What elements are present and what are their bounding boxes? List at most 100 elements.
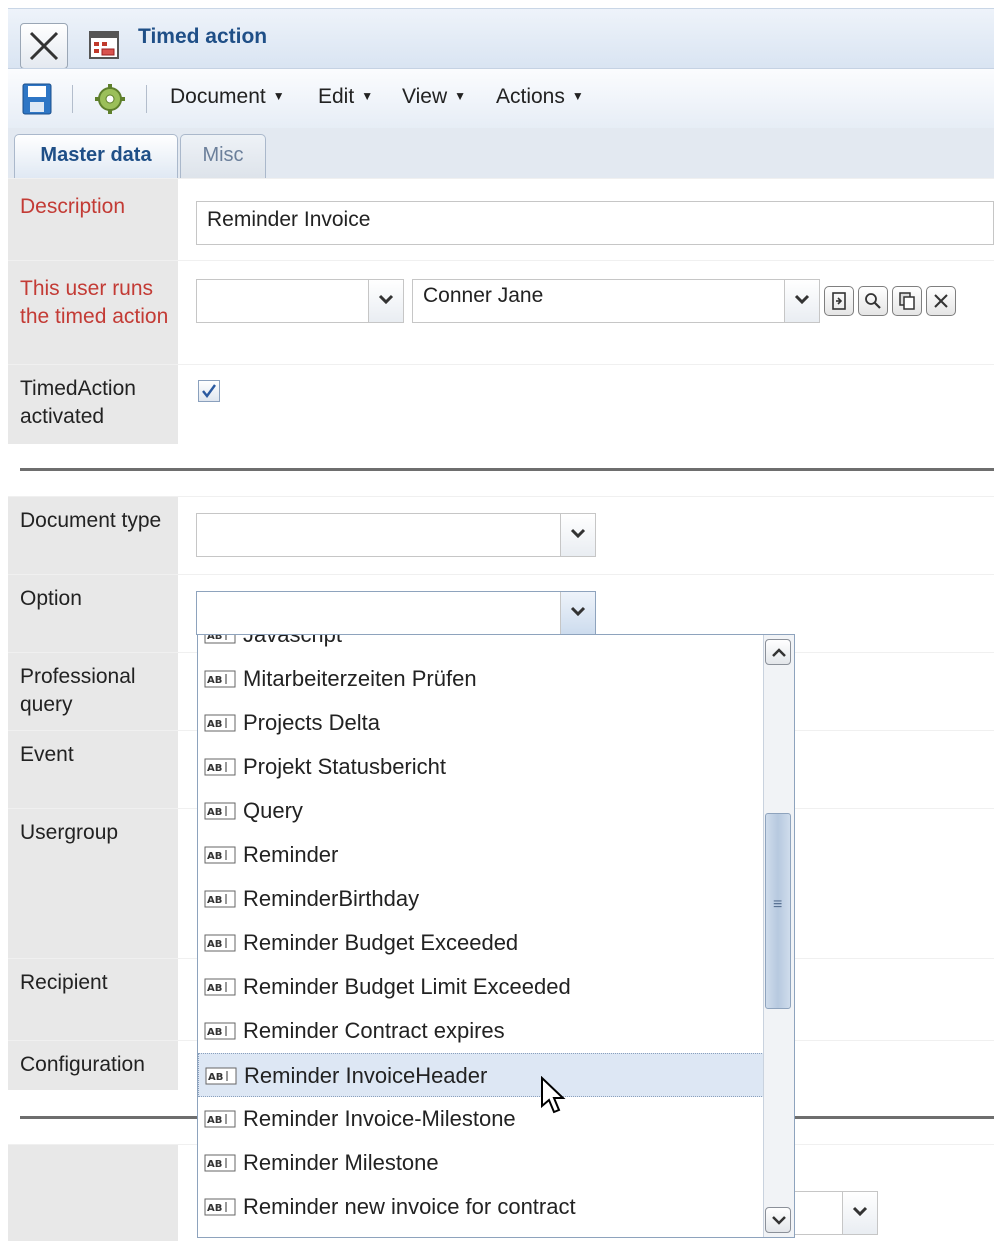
menu-document[interactable]: Document ▼	[170, 85, 285, 109]
dropdown-trigger[interactable]	[368, 280, 403, 322]
list-item[interactable]: AB Projekt Statusbericht	[198, 745, 764, 789]
svg-text:AB: AB	[208, 1072, 223, 1083]
document-type-select[interactable]	[196, 513, 596, 557]
save-icon[interactable]	[22, 83, 52, 115]
svg-text:AB: AB	[207, 1159, 222, 1170]
search-button[interactable]	[858, 286, 888, 316]
text-type-icon: AB	[204, 978, 236, 996]
chevron-down-icon	[378, 294, 394, 304]
calendar-window-icon	[89, 31, 119, 59]
close-button[interactable]	[20, 23, 68, 69]
dropdown-items: ABJavascript ABMitarbeiterzeiten Prüfen …	[198, 635, 764, 1237]
chevron-down-icon	[570, 606, 586, 616]
open-record-button[interactable]	[824, 286, 854, 316]
grip-icon: ≡	[773, 896, 783, 913]
scroll-down-button[interactable]	[765, 1207, 791, 1233]
runs-user-type-select[interactable]	[196, 279, 404, 323]
row-description: Description Reminder Invoice	[8, 178, 994, 261]
activated-label: TimedAction activated	[8, 365, 178, 445]
list-item-highlighted[interactable]: AB Reminder InvoiceHeader	[198, 1053, 764, 1097]
svg-text:AB: AB	[207, 895, 222, 906]
svg-text:AB: AB	[207, 1027, 222, 1038]
row-document-type: Document type	[8, 496, 994, 575]
list-item[interactable]: AB Reminder	[198, 833, 764, 877]
text-type-icon: AB	[204, 1022, 236, 1040]
svg-text:AB: AB	[207, 851, 222, 862]
document-type-label: Document type	[8, 497, 178, 575]
event-label: Event	[8, 731, 178, 809]
dropdown-trigger[interactable]	[560, 592, 595, 634]
list-item[interactable]: AB Mitarbeiterzeiten Prüfen	[198, 657, 764, 701]
text-type-icon: AB	[204, 890, 236, 908]
text-type-icon: AB	[204, 802, 236, 820]
dropdown-scrollbar[interactable]: ≡	[763, 635, 794, 1237]
menu-edit[interactable]: Edit ▼	[318, 85, 373, 109]
copy-button[interactable]	[892, 286, 922, 316]
text-type-icon: AB	[204, 846, 236, 864]
dropdown-trigger[interactable]	[560, 514, 595, 556]
list-item[interactable]: AB Reminder new invoice for contract	[198, 1185, 764, 1229]
clear-button[interactable]	[926, 286, 956, 316]
open-record-icon	[832, 292, 846, 310]
option-label: Option	[8, 575, 178, 653]
text-type-icon: AB	[204, 670, 236, 688]
option-select[interactable]	[196, 591, 596, 635]
list-item[interactable]: AB Reminder Budget Limit Exceeded	[198, 965, 764, 1009]
toolbar-separator	[72, 85, 73, 113]
tab-strip: Master data Misc	[8, 128, 994, 179]
text-type-icon: AB	[205, 1067, 237, 1085]
text-type-icon: AB	[204, 714, 236, 732]
list-item[interactable]: ABJavascript	[198, 635, 764, 657]
runs-user-select[interactable]: Conner Jane	[412, 279, 820, 323]
close-icon	[29, 31, 59, 61]
text-type-icon: AB	[204, 758, 236, 776]
svg-text:AB: AB	[207, 983, 222, 994]
svg-text:AB: AB	[207, 1203, 222, 1214]
description-input[interactable]: Reminder Invoice	[196, 201, 994, 245]
svg-text:AB: AB	[207, 1115, 222, 1126]
chevron-down-icon	[852, 1206, 868, 1216]
list-item[interactable]: AB Reminder Budget Exceeded	[198, 921, 764, 965]
copy-icon	[899, 292, 915, 310]
list-item[interactable]: AB Projects Delta	[198, 701, 764, 745]
runs-user-label: This user runs the timed action	[8, 261, 178, 365]
menu-actions[interactable]: Actions ▼	[496, 85, 584, 109]
list-item[interactable]: AB Reminder Invoice-Milestone	[198, 1097, 764, 1141]
list-item[interactable]: AB ReminderBirthday	[198, 877, 764, 921]
list-item[interactable]: AB Reminder Milestone	[198, 1141, 764, 1185]
row-activated: TimedAction activated	[8, 364, 994, 445]
search-icon	[865, 293, 881, 309]
text-type-icon: AB	[204, 1154, 236, 1172]
text-type-icon: AB	[204, 635, 236, 644]
window-title: Timed action	[138, 25, 268, 48]
chevron-down-icon	[794, 294, 810, 304]
list-item[interactable]: AB Reminder Contract expires	[198, 1009, 764, 1053]
configuration-label: Configuration	[8, 1041, 178, 1091]
section-separator	[8, 444, 994, 496]
separator-line	[20, 468, 994, 471]
tab-master-data[interactable]: Master data	[14, 134, 178, 179]
clear-icon	[934, 294, 948, 308]
svg-text:AB: AB	[207, 635, 222, 642]
list-item[interactable]: AB Query	[198, 789, 764, 833]
checkmark-icon	[202, 384, 216, 398]
description-label: Description	[8, 179, 178, 261]
text-type-icon: AB	[204, 1198, 236, 1216]
text-type-icon: AB	[204, 934, 236, 952]
activated-checkbox[interactable]	[198, 380, 220, 402]
svg-text:AB: AB	[207, 763, 222, 774]
dropdown-trigger[interactable]	[842, 1192, 877, 1234]
bottom-label	[8, 1145, 178, 1241]
menu-view[interactable]: View ▼	[402, 85, 466, 109]
option-dropdown-list[interactable]: ABJavascript ABMitarbeiterzeiten Prüfen …	[197, 634, 795, 1238]
svg-text:AB: AB	[207, 719, 222, 730]
dropdown-trigger[interactable]	[784, 280, 819, 322]
scroll-thumb[interactable]: ≡	[765, 813, 791, 1009]
gear-icon[interactable]	[94, 83, 126, 115]
recipient-label: Recipient	[8, 959, 178, 1041]
chevron-down-icon	[772, 1216, 786, 1225]
scroll-up-button[interactable]	[765, 639, 791, 665]
toolbar: Document ▼ Edit ▼ View ▼ Actions ▼	[8, 68, 994, 130]
chevron-down-icon	[570, 528, 586, 538]
tab-misc[interactable]: Misc	[180, 134, 266, 179]
